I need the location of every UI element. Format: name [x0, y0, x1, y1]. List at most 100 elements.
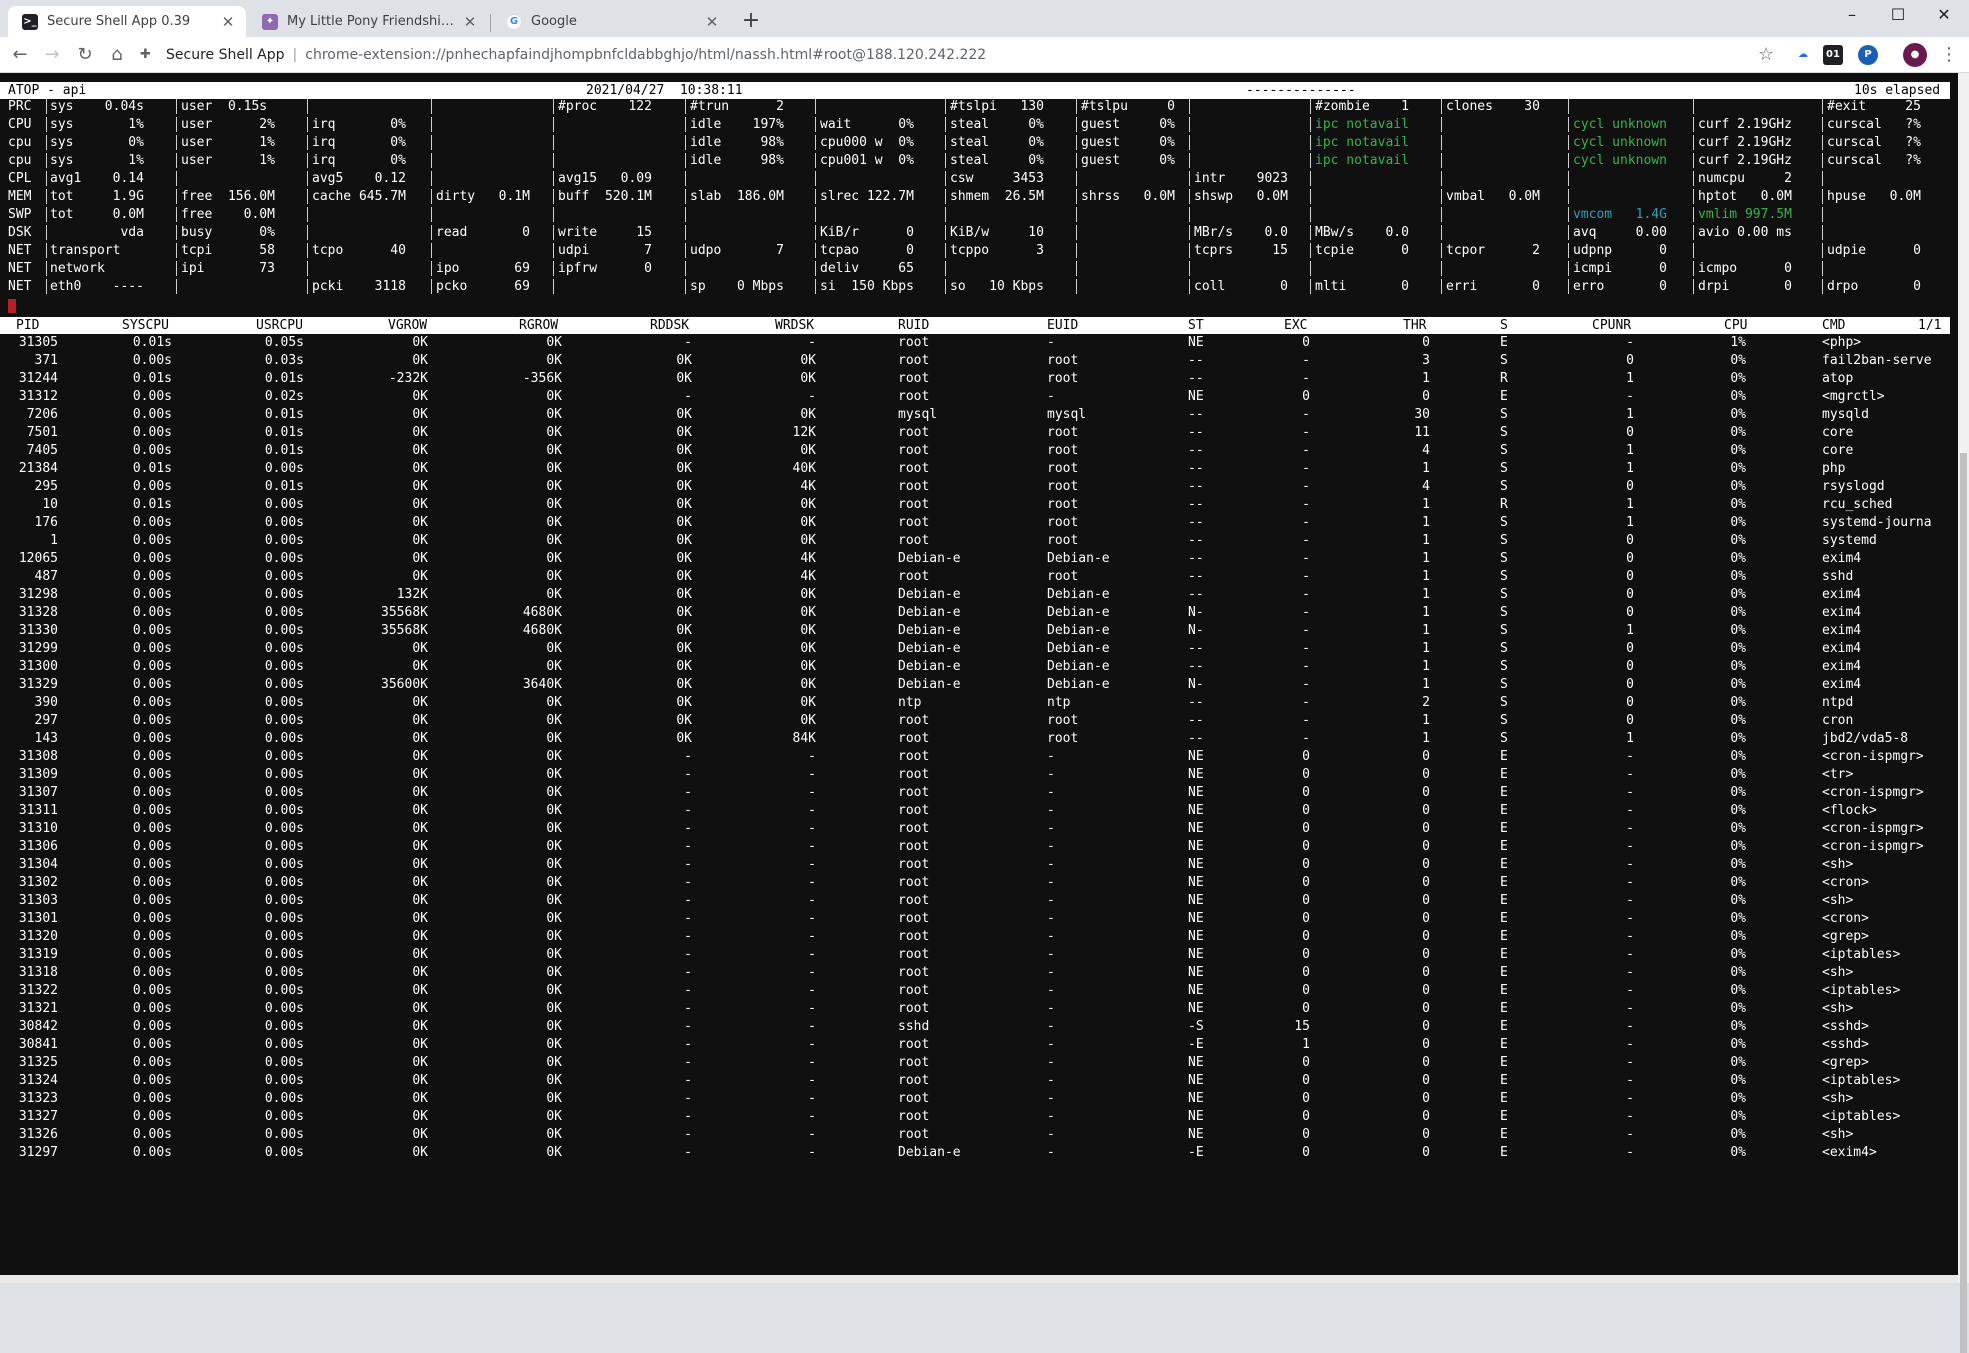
- table-cell: 0K: [546, 587, 562, 602]
- table-cell: sshd: [1822, 569, 1854, 584]
- tab-google[interactable]: G Google ✕: [492, 6, 730, 37]
- table-cell: 0K: [412, 497, 428, 512]
- table-cell: NE: [1188, 857, 1204, 872]
- table-cell: 0%: [1730, 1145, 1746, 1160]
- stats-cell: pcko 69: [436, 279, 530, 294]
- table-cell: NE: [1188, 785, 1204, 800]
- table-cell: jbd2/vda5-8: [1822, 731, 1909, 746]
- table-cell: N-: [1188, 605, 1204, 620]
- column-divider: [685, 207, 686, 222]
- column-divider: [1568, 135, 1569, 150]
- close-icon[interactable]: ✕: [462, 13, 478, 31]
- table-cell: 0K: [412, 659, 428, 674]
- column-divider: [1189, 189, 1190, 204]
- table-cell: S: [1500, 407, 1508, 422]
- column-divider: [553, 207, 554, 222]
- scrollbar-thumb[interactable]: [1960, 453, 1967, 1353]
- table-cell: -: [1626, 821, 1634, 836]
- stats-cell: avg5 0.12: [312, 171, 406, 186]
- stats-cell: sys 0%: [50, 135, 144, 150]
- table-cell: 0.00s: [264, 1127, 304, 1142]
- table-cell: NE: [1188, 335, 1204, 350]
- tab-my-little-pony[interactable]: ✦ My Little Pony Friendship is Mag ✕: [248, 6, 488, 37]
- maximize-button[interactable]: ☐: [1875, 0, 1921, 30]
- column-header: RGROW: [519, 318, 559, 333]
- table-cell: 0K: [546, 1073, 562, 1088]
- column-divider: [1441, 279, 1442, 294]
- menu-kebab-icon[interactable]: ⋮: [1935, 41, 1963, 69]
- close-window-button[interactable]: ✕: [1921, 0, 1967, 30]
- table-cell: root: [1047, 425, 1079, 440]
- table-cell: 0K: [546, 479, 562, 494]
- table-cell: 0K: [800, 533, 816, 548]
- table-cell: 2: [1422, 695, 1430, 710]
- table-cell: -: [1302, 515, 1310, 530]
- table-cell: <grep>: [1822, 929, 1869, 944]
- stats-row-label: cpu: [8, 153, 32, 168]
- table-cell: --: [1188, 443, 1204, 458]
- p-extension-icon[interactable]: P: [1858, 45, 1878, 65]
- home-button[interactable]: ⌂: [103, 41, 131, 69]
- table-cell: -: [1626, 803, 1634, 818]
- stats-cell: tot 1.9G: [50, 189, 144, 204]
- table-cell: 0: [1626, 605, 1634, 620]
- table-cell: 0: [1626, 569, 1634, 584]
- table-cell: 0%: [1730, 929, 1746, 944]
- tab-secure-shell[interactable]: >_ Secure Shell App 0.39 ✕: [8, 6, 246, 37]
- column-divider: [1189, 171, 1190, 186]
- column-divider: [1693, 207, 1694, 222]
- table-cell: 0: [1302, 389, 1310, 404]
- table-cell: php: [1822, 461, 1846, 476]
- column-divider: [1076, 243, 1077, 258]
- table-cell: root: [898, 443, 930, 458]
- table-row: 390 0.00s 0.00s 0K 0K 0K 0K ntp ntp -- -2 S 0 0% ntpd: [0, 695, 1950, 713]
- table-cell: 390: [34, 695, 58, 710]
- back-button[interactable]: ←: [6, 41, 34, 69]
- table-cell: E: [1500, 1091, 1508, 1106]
- table-cell: root: [1047, 569, 1079, 584]
- table-cell: 31307: [18, 785, 58, 800]
- new-tab-button[interactable]: +: [737, 8, 765, 36]
- table-cell: 0%: [1730, 605, 1746, 620]
- reload-button[interactable]: ↻: [71, 41, 99, 69]
- table-cell: -: [1626, 965, 1634, 980]
- table-cell: -: [1626, 1055, 1634, 1070]
- minimize-button[interactable]: –: [1829, 0, 1875, 30]
- column-divider: [945, 279, 946, 294]
- terminal-scrollbar[interactable]: [1958, 73, 1969, 1353]
- stats-row: CPU sys 1% user 2% irq 0% idle 197% wait 0% st…: [0, 117, 1950, 135]
- table-cell: 0: [1302, 1109, 1310, 1124]
- bookmark-star-icon[interactable]: ☆: [1752, 41, 1780, 69]
- table-cell: 0.00s: [132, 515, 172, 530]
- table-cell: -: [1047, 857, 1055, 872]
- table-cell: 35600K: [381, 677, 428, 692]
- forward-button[interactable]: →: [38, 41, 66, 69]
- o1-extension-icon[interactable]: 01: [1823, 45, 1843, 65]
- table-cell: 0K: [546, 1055, 562, 1070]
- table-cell: <sh>: [1822, 1091, 1854, 1106]
- stats-cell: user 1%: [181, 153, 275, 168]
- table-cell: E: [1500, 1127, 1508, 1142]
- table-cell: 0%: [1730, 407, 1746, 422]
- column-divider: [1441, 243, 1442, 258]
- table-cell: 0K: [676, 551, 692, 566]
- table-cell: root: [1047, 497, 1079, 512]
- stats-cell: csw 3453: [950, 171, 1044, 186]
- table-cell: Debian-e: [1047, 641, 1110, 656]
- address-bar[interactable]: ✚ Secure Shell App | chrome-extension://…: [140, 40, 1790, 69]
- close-icon[interactable]: ✕: [220, 13, 236, 31]
- cloud-extension-icon[interactable]: ☁: [1793, 45, 1813, 65]
- stats-cell: tcprs 15: [1194, 243, 1288, 258]
- profile-avatar[interactable]: ●: [1903, 43, 1927, 67]
- table-cell: S: [1500, 713, 1508, 728]
- table-cell: 31320: [18, 929, 58, 944]
- table-cell: 0.00s: [264, 623, 304, 638]
- table-cell: 132K: [396, 587, 428, 602]
- table-cell: 0K: [676, 695, 692, 710]
- table-cell: root: [898, 1001, 930, 1016]
- terminal[interactable]: ATOP - api 2021/04/27 10:38:11 ---------…: [0, 73, 1958, 1283]
- table-cell: 0K: [546, 389, 562, 404]
- close-icon[interactable]: ✕: [704, 13, 720, 31]
- table-cell: <sshd>: [1822, 1019, 1869, 1034]
- table-cell: 0: [1422, 929, 1430, 944]
